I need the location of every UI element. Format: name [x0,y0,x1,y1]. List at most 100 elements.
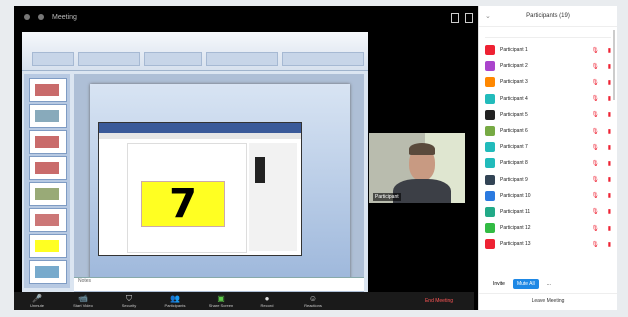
record-button[interactable]: ● Record [244,294,290,308]
muted-mic-icon: 🎙 [591,112,599,119]
participant-name: Participant 9 [500,176,528,183]
muted-mic-icon: 🎙 [591,160,599,167]
participant-row[interactable]: Participant 3 🎙 ▮ [479,74,617,90]
slide-thumb[interactable] [29,182,67,206]
muted-mic-icon: 🎙 [591,177,599,184]
participant-name: Participant 1 [500,47,528,54]
video-off-icon: ▮ [607,128,611,135]
participant-row[interactable]: Participant 5 🎙 ▮ [479,107,617,123]
participant-row[interactable]: Participant 2 🎙 ▮ [479,58,617,74]
reactions-button[interactable]: ☺ Reactions [290,294,336,308]
microphone-icon: 🎤 [32,294,42,303]
participant-name: Participant 11 [500,208,531,215]
slide-thumb[interactable] [29,208,67,232]
view-toggle-icon[interactable] [451,13,459,23]
video-camera-icon: 📹 [78,294,88,303]
share-screen-button[interactable]: ▣ Share Screen [198,294,244,308]
participant-search[interactable] [485,31,611,38]
participant-video[interactable]: Participant [369,133,465,203]
avatar [485,142,495,153]
participant-row[interactable]: Participant 6 🎙 ▮ [479,123,617,139]
video-off-icon: ▮ [607,209,611,216]
fullscreen-icon[interactable] [465,13,473,23]
big-number: 7 [169,181,197,227]
avatar [485,77,495,88]
participants-button[interactable]: 👥 Participants [152,294,198,308]
participant-row[interactable]: Participant 4 🎙 ▮ [479,91,617,107]
slide-thumb[interactable] [29,78,67,102]
video-off-icon: ▮ [607,193,611,200]
invite-button[interactable]: Invite [493,281,505,287]
muted-mic-icon: 🎙 [591,225,599,232]
chevron-down-icon[interactable]: ⌄ [485,12,491,20]
video-off-icon: ▮ [607,144,611,151]
avatar [485,223,495,234]
participant-row[interactable]: Participant 8 🎙 ▮ [479,155,617,171]
muted-mic-icon: 🎙 [591,128,599,135]
avatar [485,109,495,120]
muted-mic-icon: 🎙 [591,193,599,200]
participant-row[interactable]: Participant 11 🎙 ▮ [479,204,617,220]
reactions-icon: ☺ [308,294,318,303]
slide-thumb[interactable] [29,156,67,180]
mute-all-button[interactable]: Mute All [512,279,539,289]
meeting-title: Meeting [52,13,77,21]
participant-name: Participant 4 [500,95,528,102]
meeting-topbar: Meeting [14,6,484,28]
slide-notes[interactable]: Notes [74,277,364,291]
participant-name: Participant 3 [500,79,528,86]
avatar [485,93,495,104]
participant-name: Participant 13 [500,241,531,248]
slide-thumbnails [24,74,70,288]
slide-thumb[interactable] [29,234,67,258]
participants-icon: 👥 [170,294,180,303]
muted-mic-icon: 🎙 [591,63,599,70]
slide-thumb[interactable] [29,260,67,284]
start-video-button[interactable]: 📹 Start Video [60,294,106,308]
participant-name: Participant 2 [500,63,528,70]
participant-row[interactable]: Participant 7 🎙 ▮ [479,139,617,155]
slide-thumb[interactable] [29,104,67,128]
security-button[interactable]: ⛉ Security [106,294,152,308]
muted-mic-icon: 🎙 [591,144,599,151]
participant-row[interactable]: Participant 13 🎙 ▮ [479,236,617,252]
unmute-button[interactable]: 🎤 Unmute [14,294,60,308]
participants-panel: ⌄ Participants (19) Participant 1 🎙 ▮ Parti… [478,6,617,310]
avatar [485,158,495,169]
leave-meeting-button[interactable]: Leave Meeting [479,293,617,308]
info-icon[interactable] [38,14,44,20]
avatar [485,174,495,185]
share-screen-icon: ▣ [217,294,225,303]
shared-screen: 7 Notes [22,32,368,296]
avatar [485,126,495,137]
green-shield-icon[interactable] [24,14,30,20]
muted-mic-icon: 🎙 [591,47,599,54]
avatar [485,61,495,72]
slide-thumb[interactable] [29,130,67,154]
video-off-icon: ▮ [607,63,611,70]
more-button[interactable]: ... [547,281,551,287]
powerpoint-ribbon [22,32,368,71]
video-off-icon: ▮ [607,177,611,184]
participant-name: Participant 7 [500,144,528,151]
avatar [485,206,495,217]
participant-row[interactable]: Participant 12 🎙 ▮ [479,220,617,236]
participant-name: Participant 8 [500,160,528,167]
video-off-icon: ▮ [607,241,611,248]
avatar [485,190,495,201]
end-meeting-button[interactable]: End Meeting [404,298,474,304]
participant-name: Participant 6 [500,128,528,135]
panel-title: Participants (19) [526,13,570,19]
participant-row[interactable]: Participant 9 🎙 ▮ [479,172,617,188]
muted-mic-icon: 🎙 [591,241,599,248]
participant-row[interactable]: Participant 10 🎙 ▮ [479,188,617,204]
meeting-toolbar: 🎤 Unmute 📹 Start Video ⛉ Security 👥 Particip… [14,292,474,310]
panel-header: ⌄ Participants (19) [479,6,617,27]
video-off-icon: ▮ [607,160,611,167]
participant-list: Participant 1 🎙 ▮ Participant 2 🎙 ▮ Participan… [479,42,617,252]
participant-name: Participant 10 [500,192,531,199]
participant-row[interactable]: Participant 1 🎙 ▮ [479,42,617,58]
record-icon: ● [264,294,270,303]
sidebar-column [249,143,297,251]
window-controls [451,13,473,23]
